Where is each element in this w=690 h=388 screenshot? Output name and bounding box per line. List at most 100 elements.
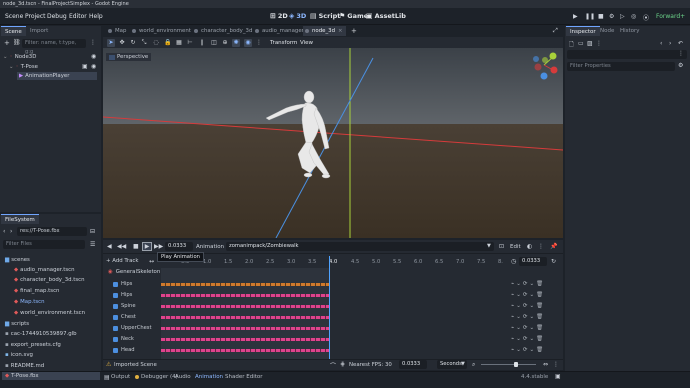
object-tree-icon[interactable]: ⋮ xyxy=(678,50,684,57)
group-icon[interactable]: ▦ xyxy=(175,39,183,47)
editor-tab-node-3d[interactable]: node_3d × xyxy=(303,26,346,36)
list-item[interactable]: ◆ audio_manager.tscn xyxy=(14,266,75,274)
pin-icon[interactable]: 📌 xyxy=(550,243,557,250)
editor-tab-world-environment[interactable]: world_environment xyxy=(130,26,194,36)
zoom-slider-handle[interactable] xyxy=(514,362,518,367)
menu-help[interactable]: Help xyxy=(89,13,103,20)
track-row[interactable]: Hips ⌁⌄⟳⌄🗑 xyxy=(103,291,563,302)
new-resource-icon[interactable]: 🗋 xyxy=(569,40,574,50)
tab-scene[interactable]: Scene xyxy=(1,26,26,36)
list-item-selected[interactable]: ◆ T-Pose.fbx xyxy=(2,372,100,380)
distraction-free-icon[interactable]: ⤢ xyxy=(553,27,558,35)
menu-view[interactable]: View xyxy=(300,40,313,46)
track-row[interactable]: UpperChest ⌁⌄⟳⌄🗑 xyxy=(103,324,563,335)
track-controls[interactable]: ⌁⌄⟳⌄🗑 xyxy=(511,292,545,298)
tab-history[interactable]: History xyxy=(616,26,644,36)
tab-output[interactable]: Output xyxy=(111,374,130,380)
lock-icon[interactable]: 🔒 xyxy=(164,39,172,47)
menu-project[interactable]: Project xyxy=(25,13,46,20)
list-item[interactable]: ▪ README.md xyxy=(5,362,44,370)
play-animation-button[interactable]: ▶ xyxy=(142,242,152,251)
remote-debug-icon[interactable]: ⚙ xyxy=(609,13,614,20)
arrows-icon[interactable]: ↔ xyxy=(149,258,154,265)
add-track-button[interactable]: + Add Track xyxy=(106,258,138,264)
editor-tab-audio-manager[interactable]: audio_manager xyxy=(253,26,307,36)
renderer-select[interactable]: Forward+ xyxy=(656,13,685,20)
split-view-icon[interactable]: ⊟ xyxy=(90,228,95,235)
track-row[interactable]: Head ⌁⌄⟳⌄🗑 xyxy=(103,346,563,357)
onion-skin-icon[interactable]: ◐ xyxy=(527,243,532,250)
edit-menu[interactable]: Edit xyxy=(510,244,521,250)
forward-icon[interactable]: › xyxy=(10,228,12,235)
back-icon[interactable]: ‹ xyxy=(660,40,662,47)
list-item[interactable]: ◆ final_map.tscn xyxy=(14,287,59,295)
list-item[interactable]: ▆ scripts xyxy=(5,320,29,328)
list-item[interactable]: ▆ scenes xyxy=(5,256,30,264)
tab-import[interactable]: Import xyxy=(26,26,52,36)
movie-icon[interactable]: ⦿ xyxy=(643,13,649,22)
3d-viewport[interactable]: Perspective xyxy=(103,48,563,238)
tab-node[interactable]: Node xyxy=(596,26,618,36)
list-item[interactable]: ◆ Map.tscn xyxy=(14,298,45,306)
close-icon[interactable]: × xyxy=(338,28,343,34)
step-input[interactable]: 0.0333 xyxy=(399,360,427,369)
forward-icon[interactable]: › xyxy=(669,40,671,47)
open-folder-icon[interactable]: ▭ xyxy=(578,40,584,47)
zoom-slider[interactable] xyxy=(481,364,536,365)
track-controls[interactable]: ⌁⌄⟳⌄🗑 xyxy=(511,281,545,287)
visibility-icon[interactable]: ◉ xyxy=(91,53,96,60)
editor-tab-map[interactable]: Map xyxy=(106,26,129,36)
sort-icon[interactable]: ☰ xyxy=(90,241,95,248)
track-controls[interactable]: ⌁⌄⟳⌄🗑 xyxy=(511,336,545,342)
workspace-script[interactable]: ▤ Script xyxy=(310,12,340,20)
filter-properties-input[interactable]: Filter Properties xyxy=(567,62,675,71)
list-item[interactable]: ◆ character_body_3d.tscn xyxy=(14,276,85,284)
ruler-icon[interactable]: ⊢ xyxy=(186,39,194,47)
more-icon[interactable]: ⋮ xyxy=(538,243,544,250)
tab-shader-editor[interactable]: Shader Editor xyxy=(225,374,263,380)
workspace-2d[interactable]: ⊞ 2D xyxy=(270,12,288,20)
new-tab-icon[interactable]: + xyxy=(351,27,357,35)
track-row[interactable]: Hips ⌁⌄⟳⌄🗑 xyxy=(103,280,563,291)
scene-instance-icon[interactable]: ▣ xyxy=(82,63,88,70)
animation-time-input[interactable]: 0.0333 xyxy=(165,242,193,251)
tree-node-animationplayer[interactable]: ▶ AnimationPlayer xyxy=(17,72,97,80)
perspective-menu[interactable]: Perspective xyxy=(106,53,152,61)
tab-audio[interactable]: Audio xyxy=(175,374,191,380)
bone-icon[interactable]: ∥ xyxy=(198,39,206,47)
layout-icon[interactable]: ▣ xyxy=(555,373,561,380)
move-tool-icon[interactable]: ✥ xyxy=(118,39,126,47)
environment-icon[interactable]: ◉ xyxy=(244,39,252,47)
list-item[interactable]: ▪ icon.svg xyxy=(5,351,33,359)
sun-icon[interactable]: ✺ xyxy=(232,39,240,47)
list-item[interactable]: ▪ cac-1744910539897.glb xyxy=(5,330,77,338)
play-from-start-icon[interactable]: ▶▶ xyxy=(154,243,163,250)
settings-icon[interactable]: ⚙ xyxy=(678,62,683,69)
back-icon[interactable]: ‹ xyxy=(3,228,5,235)
history-icon[interactable]: ↶ xyxy=(678,40,683,47)
track-row[interactable]: Neck ⌁⌄⟳⌄🗑 xyxy=(103,335,563,346)
workspace-game[interactable]: ⚑ Game xyxy=(339,12,368,20)
more-icon[interactable]: ⋮ xyxy=(255,39,263,47)
list-item[interactable]: ◆ world_environment.tscn xyxy=(14,309,85,317)
track-controls[interactable]: ⌁⌄⟳⌄🗑 xyxy=(511,347,545,353)
workspace-3d[interactable]: ◈ 3D xyxy=(289,12,306,20)
tab-animation[interactable]: Animation xyxy=(195,374,223,380)
toggle-panel-icon[interactable]: ▤ xyxy=(104,374,110,381)
tab-inspector[interactable]: Inspector xyxy=(566,26,600,36)
track-controls[interactable]: ⌁⌄⟳⌄🗑 xyxy=(511,303,545,309)
track-checkbox[interactable] xyxy=(113,304,118,309)
autoplay-icon[interactable]: ⊡ xyxy=(499,243,504,250)
filesystem-filter-input[interactable]: Filter Files xyxy=(3,240,85,249)
menu-debug[interactable]: Debug xyxy=(47,13,67,20)
snap-icon[interactable]: ⋕ xyxy=(340,361,345,368)
pause-icon[interactable]: ❚❚ xyxy=(585,13,595,20)
select-tool-icon[interactable]: ➤ xyxy=(107,39,115,47)
track-checkbox[interactable] xyxy=(113,337,118,342)
menu-transform[interactable]: Transform xyxy=(270,40,297,46)
extra-options-icon[interactable]: ⋮ xyxy=(596,40,602,47)
more-icon[interactable]: ⋮ xyxy=(553,361,559,368)
stop-icon[interactable]: ■ xyxy=(133,243,139,250)
loop-icon[interactable]: ↻ xyxy=(551,258,556,265)
bezier-icon[interactable]: ⌒ xyxy=(330,361,336,370)
